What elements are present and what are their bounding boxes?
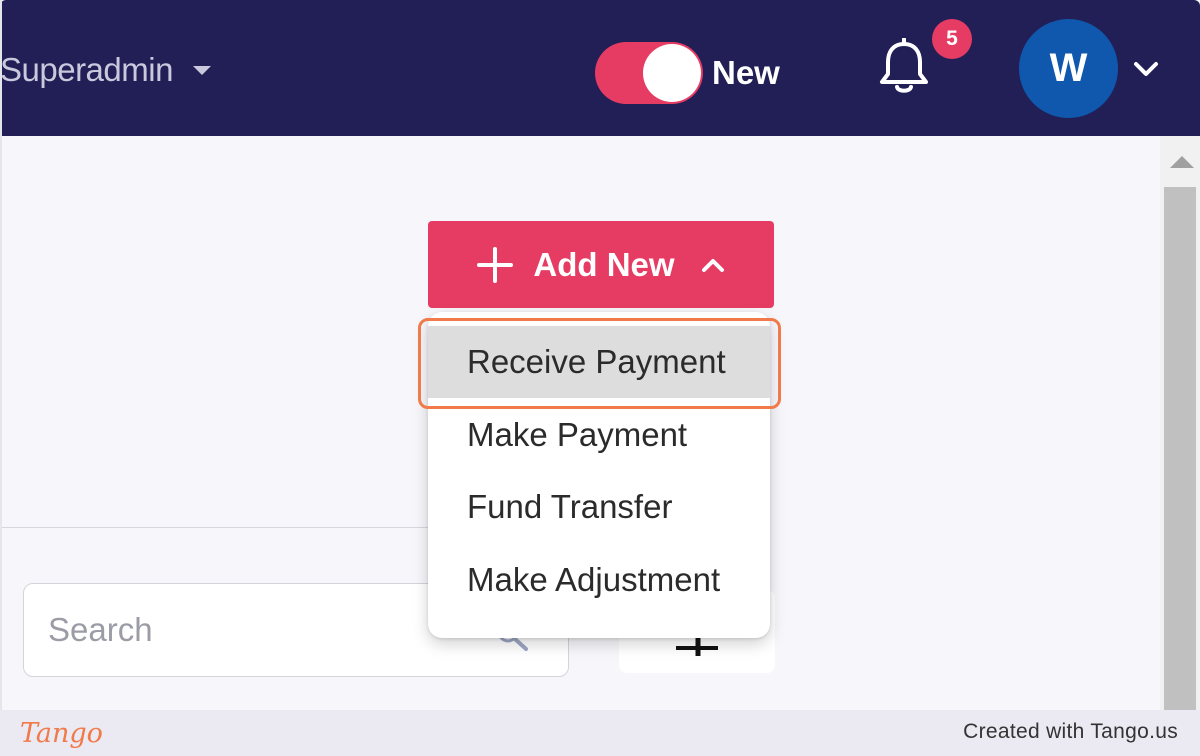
bell-icon[interactable]	[876, 38, 932, 96]
tango-footer: Tango Created with Tango.us	[0, 710, 1200, 756]
chevron-up-icon	[701, 258, 724, 272]
created-with-credit: Created with Tango.us	[963, 720, 1178, 743]
vertical-scrollbar[interactable]	[1160, 136, 1200, 710]
scroll-up-icon[interactable]	[1170, 156, 1194, 168]
caret-down-icon	[192, 65, 211, 75]
menu-item-make-adjustment[interactable]: Make Adjustment	[428, 544, 770, 616]
new-ui-toggle[interactable]	[595, 42, 703, 104]
tango-logo: Tango	[20, 718, 103, 749]
add-new-label: Add New	[533, 245, 675, 283]
app-window: Superadmin New 5 W Search Add New Receiv…	[0, 0, 1200, 710]
scrollbar-thumb[interactable]	[1164, 187, 1196, 710]
window-edge	[0, 0, 2, 710]
role-selector[interactable]: Superadmin	[0, 48, 211, 92]
user-avatar[interactable]: W	[1019, 19, 1118, 118]
menu-item-make-payment[interactable]: Make Payment	[428, 399, 770, 471]
toggle-knob	[643, 44, 701, 102]
search-input[interactable]	[48, 606, 488, 654]
menu-item-fund-transfer[interactable]: Fund Transfer	[428, 471, 770, 543]
add-new-button[interactable]: Add New	[428, 221, 774, 308]
role-label: Superadmin	[0, 51, 173, 88]
toggle-label: New	[712, 54, 780, 91]
step-highlight-outline	[418, 318, 781, 409]
notification-badge: 5	[932, 19, 972, 59]
chevron-down-icon[interactable]	[1131, 56, 1161, 82]
plus-icon	[477, 246, 514, 283]
top-navigation-bar: Superadmin New 5 W	[0, 0, 1200, 136]
